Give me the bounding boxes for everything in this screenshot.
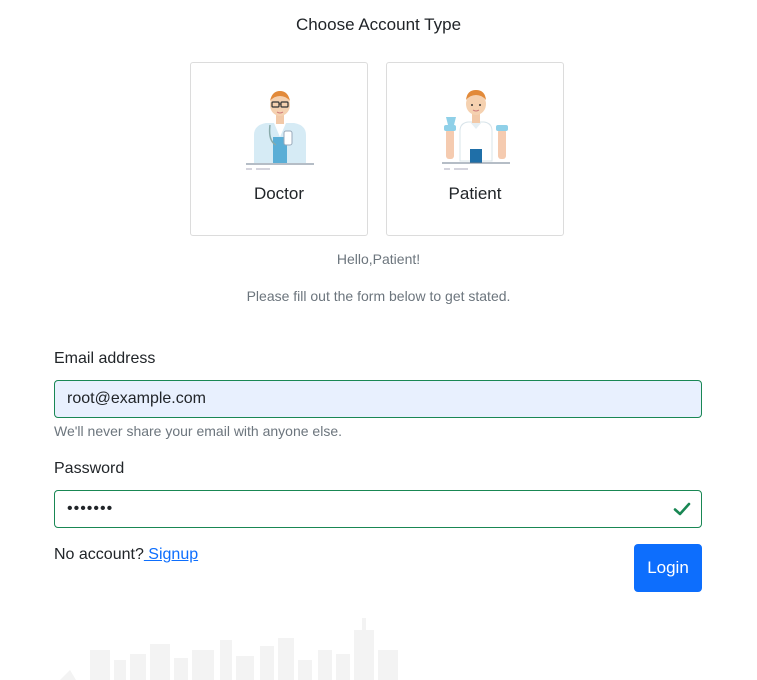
no-account-prompt: No account? Signup	[54, 546, 198, 564]
check-icon	[673, 502, 691, 516]
account-type-card-patient[interactable]: Patient	[386, 62, 564, 236]
password-field[interactable]	[54, 490, 702, 528]
page-title: Choose Account Type	[295, 15, 462, 34]
signup-link[interactable]: Signup	[144, 546, 198, 563]
account-type-label-patient: Patient	[448, 184, 502, 203]
email-help-text: We'll never share your email with anyone…	[54, 423, 342, 439]
city-skyline-decoration	[60, 618, 398, 680]
password-label: Password	[54, 460, 125, 477]
email-field[interactable]	[54, 380, 702, 418]
login-button[interactable]: Login	[634, 544, 702, 592]
account-type-card-doctor[interactable]: Doctor	[190, 62, 368, 236]
doctor-illustration-icon	[246, 91, 314, 170]
account-type-label-doctor: Doctor	[253, 184, 305, 203]
form-instructions: Please fill out the form below to get st…	[246, 288, 511, 304]
greeting-text: Hello,Patient!	[336, 251, 421, 267]
patient-illustration-icon	[442, 90, 510, 170]
email-label: Email address	[54, 350, 156, 367]
no-account-text: No account?	[54, 546, 144, 563]
